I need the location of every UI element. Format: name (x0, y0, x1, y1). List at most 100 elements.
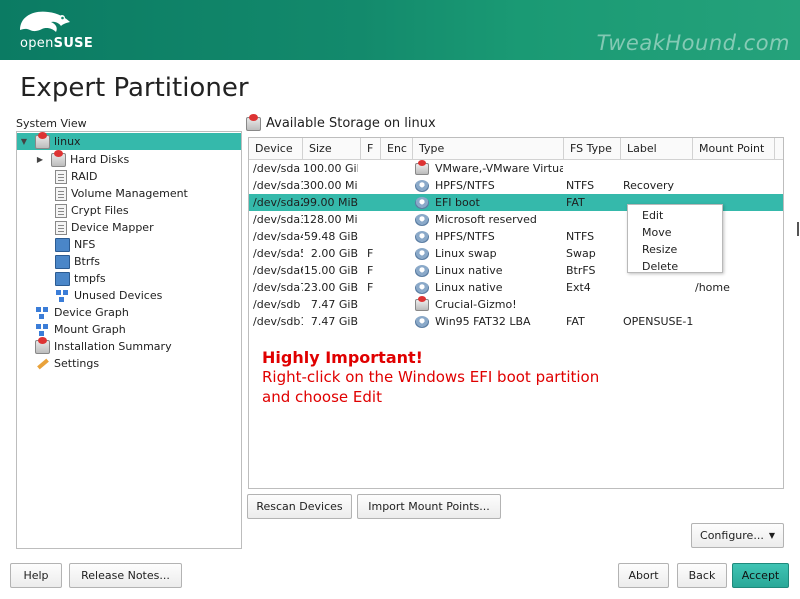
column-header-fs-type[interactable]: FS Type (564, 138, 621, 160)
cell-size: 300.00 MiB (303, 179, 358, 192)
cell-f: F (367, 264, 374, 277)
tree-item-raid[interactable]: RAID (17, 168, 241, 185)
tree-item-hard-disks[interactable]: ▶ Hard Disks (17, 149, 241, 168)
table-header: Device Size F Enc Type FS Type Label Mou… (249, 138, 783, 160)
table-row[interactable]: /dev/sda7 23.00 GiB F Linux native Ext4 … (249, 279, 783, 296)
tree-item-volume-management[interactable]: Volume Management (17, 185, 241, 202)
configure-button[interactable]: Configure... ▼ (691, 523, 784, 548)
tree-item-linux[interactable]: ▼ linux (17, 131, 241, 150)
watermark: TweakHound.com (596, 31, 790, 55)
cell-type-text: HPFS/NTFS (435, 230, 495, 243)
table-row[interactable]: /dev/sda1 300.00 MiB HPFS/NTFS NTFS Reco… (249, 177, 783, 194)
context-menu-edit[interactable]: Edit (628, 207, 722, 224)
tree-item-settings[interactable]: Settings (17, 355, 241, 372)
tree-item-label: Volume Management (71, 187, 188, 200)
partition-table[interactable]: Device Size F Enc Type FS Type Label Mou… (248, 137, 784, 489)
cell-type-text: Win95 FAT32 LBA (435, 315, 531, 328)
help-button[interactable]: Help (10, 563, 62, 588)
document-icon (55, 220, 67, 235)
tree-item-label: Unused Devices (74, 289, 163, 302)
context-menu-delete[interactable]: Delete (628, 258, 722, 275)
tree-item-installation-summary[interactable]: Installation Summary (17, 336, 241, 355)
table-row[interactable]: /dev/sdb 7.47 GiB Crucial-Gizmo! (249, 296, 783, 313)
column-header-device[interactable]: Device (249, 138, 303, 160)
tree-item-nfs[interactable]: NFS (17, 236, 241, 253)
cell-device: /dev/sdb (253, 298, 301, 311)
context-menu-move[interactable]: Move (628, 224, 722, 241)
annotation-overlay: Highly Important! Right-click on the Win… (262, 348, 599, 407)
context-menu[interactable]: Edit Move Resize Delete (627, 204, 723, 273)
cell-mount-point (695, 177, 775, 194)
cell-fs-type: NTFS (566, 179, 595, 192)
partition-icon (415, 213, 429, 226)
button-label: Rescan Devices (256, 500, 343, 513)
partition-icon (415, 247, 429, 260)
graph-icon (35, 323, 50, 337)
context-menu-resize[interactable]: Resize (628, 241, 722, 258)
cell-type: Linux native (415, 262, 563, 279)
hard-disk-icon (35, 131, 50, 149)
cell-size: 59.48 GiB (303, 230, 358, 243)
accept-button[interactable]: Accept (732, 563, 789, 588)
rescan-devices-button[interactable]: Rescan Devices (247, 494, 352, 519)
column-header-type[interactable]: Type (413, 138, 564, 160)
column-header-enc[interactable]: Enc (381, 138, 413, 160)
expand-arrow-icon[interactable]: ▶ (35, 155, 45, 164)
cell-type: HPFS/NTFS (415, 228, 563, 245)
scrollbar-edge (797, 222, 799, 236)
cell-fs-type: BtrFS (566, 264, 596, 277)
button-label: Configure... (700, 529, 764, 542)
tree-item-label: linux (54, 135, 81, 148)
tree-item-label: NFS (74, 238, 96, 251)
tree-item-unused-devices[interactable]: Unused Devices (17, 287, 241, 304)
monitor-icon (55, 271, 70, 286)
cell-device: /dev/sda4 (253, 230, 303, 243)
cell-f (367, 228, 379, 245)
tree-item-label: Device Graph (54, 306, 129, 319)
tree-item-device-graph[interactable]: Device Graph (17, 304, 241, 321)
cell-type-text: Crucial-Gizmo! (435, 298, 517, 311)
cell-fs-type: FAT (566, 196, 585, 209)
partition-icon (415, 264, 429, 277)
cell-label: Recovery (623, 179, 675, 192)
partition-icon (415, 179, 429, 192)
column-header-size[interactable]: Size (303, 138, 361, 160)
release-notes-button[interactable]: Release Notes... (69, 563, 182, 588)
abort-button[interactable]: Abort (618, 563, 669, 588)
tree-item-label: tmpfs (74, 272, 106, 285)
import-mount-points-button[interactable]: Import Mount Points... (357, 494, 501, 519)
cell-fs-type: NTFS (566, 230, 595, 243)
table-row[interactable]: /dev/sdb1 7.47 GiB Win95 FAT32 LBA FAT O… (249, 313, 783, 330)
table-row[interactable]: /dev/sda 100.00 GiB VMware,-VMware Virtu… (249, 160, 783, 177)
tree-item-device-mapper[interactable]: Device Mapper (17, 219, 241, 236)
system-view-tree[interactable]: ▼ linux ▶ Hard Disks RAID Volume Managem… (16, 131, 242, 549)
cell-type-text: EFI boot (435, 196, 480, 209)
tree-item-mount-graph[interactable]: Mount Graph (17, 321, 241, 338)
tree-item-label: Btrfs (74, 255, 100, 268)
annotation-line-2: and choose Edit (262, 388, 382, 406)
column-header-mount-point[interactable]: Mount Point (693, 138, 775, 160)
cell-fs-type: Ext4 (566, 281, 591, 294)
cell-label (623, 296, 693, 313)
partition-icon (415, 230, 429, 243)
cell-device: /dev/sda3 (253, 213, 303, 226)
storage-header: Available Storage on linux (246, 113, 436, 131)
tree-item-btrfs[interactable]: Btrfs (17, 253, 241, 270)
cell-fs-type: FAT (566, 315, 585, 328)
cell-f (367, 177, 379, 194)
tree-item-tmpfs[interactable]: tmpfs (17, 270, 241, 287)
tree-item-crypt-files[interactable]: Crypt Files (17, 202, 241, 219)
column-header-label[interactable]: Label (621, 138, 693, 160)
tree-item-label: Device Mapper (71, 221, 154, 234)
cell-fs-type (566, 296, 620, 313)
back-button[interactable]: Back (677, 563, 727, 588)
cell-fs-type (566, 160, 620, 177)
cell-mount-point: /home (695, 281, 730, 294)
tree-item-label: Settings (54, 357, 100, 370)
expand-arrow-icon[interactable]: ▼ (19, 137, 29, 146)
cell-f (367, 194, 379, 211)
column-header-f[interactable]: F (361, 138, 381, 160)
cell-device: /dev/sda7 (253, 281, 303, 294)
top-banner: openSUSE TweakHound.com (0, 0, 800, 60)
cell-label: OPENSUSE-13 (623, 315, 693, 328)
